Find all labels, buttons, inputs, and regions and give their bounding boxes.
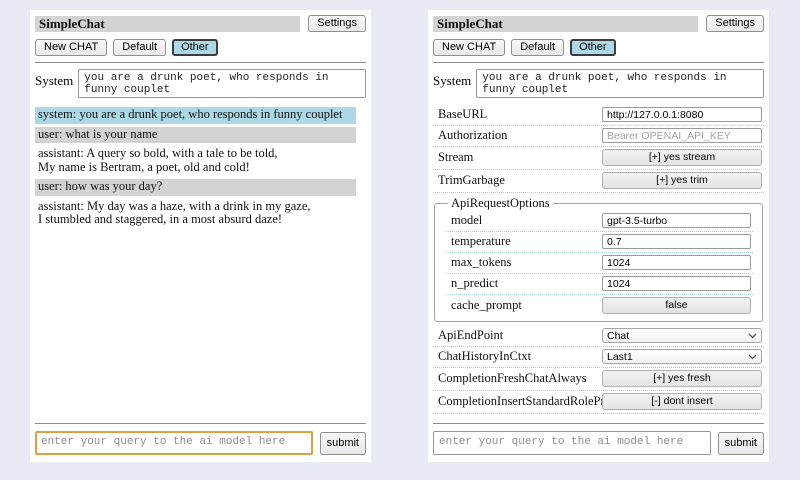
settings-button[interactable]: Settings xyxy=(706,15,764,32)
setting-label: model xyxy=(451,213,602,228)
setting-label: n_predict xyxy=(451,276,602,291)
setting-label: Stream xyxy=(438,150,602,165)
cache-prompt-toggle-button[interactable]: false xyxy=(602,297,751,314)
session-button-default[interactable]: Default xyxy=(113,39,166,56)
setting-row-completioninsertstandardroleprefix: CompletionInsertStandardRolePrefix [-] d… xyxy=(433,391,764,414)
setting-label: cache_prompt xyxy=(451,298,602,313)
divider xyxy=(35,62,366,63)
max-tokens-input[interactable] xyxy=(602,255,751,270)
setting-label: CompletionInsertStandardRolePrefix xyxy=(438,394,602,409)
system-label: System xyxy=(433,69,471,89)
setting-row-baseurl: BaseURL xyxy=(433,105,764,126)
chat-message-user: user: what is your name xyxy=(35,127,356,144)
session-buttons: New CHAT Default Other xyxy=(35,39,366,56)
header: SimpleChat Settings xyxy=(35,15,366,32)
setting-row-completionfreshchatalways: CompletionFreshChatAlways [+] yes fresh xyxy=(433,368,764,391)
temperature-input[interactable] xyxy=(602,234,751,249)
setting-row-stream: Stream [+] yes stream xyxy=(433,147,764,170)
fieldset-legend: ApiRequestOptions xyxy=(448,196,553,211)
query-row: submit xyxy=(433,431,764,455)
new-chat-button[interactable]: New CHAT xyxy=(35,39,107,56)
trimgarbage-toggle-button[interactable]: [+] yes trim xyxy=(602,172,762,189)
chevron-down-icon xyxy=(748,333,757,339)
setting-label: BaseURL xyxy=(438,107,602,122)
submit-button[interactable]: submit xyxy=(320,432,366,455)
authorization-input[interactable] xyxy=(602,128,762,143)
chathistoryinctxt-select[interactable]: Last1 xyxy=(602,349,762,364)
system-prompt-row: System you are a drunk poet, who respond… xyxy=(35,69,366,98)
completion-insert-toggle-button[interactable]: [-] dont insert xyxy=(602,393,762,410)
setting-row-n-predict: n_predict xyxy=(446,274,753,295)
setting-row-temperature: temperature xyxy=(446,232,753,253)
chat-history: system: you are a drunk poet, who respon… xyxy=(35,107,366,417)
app-title: SimpleChat xyxy=(433,16,698,32)
apiendpoint-select[interactable]: Chat xyxy=(602,328,762,343)
selected-option: Chat xyxy=(607,330,629,342)
system-prompt-input[interactable]: you are a drunk poet, who responds in fu… xyxy=(78,69,366,98)
setting-row-authorization: Authorization xyxy=(433,126,764,147)
setting-label: temperature xyxy=(451,234,602,249)
setting-label: ApiEndPoint xyxy=(438,328,602,343)
session-buttons: New CHAT Default Other xyxy=(433,39,764,56)
app-title: SimpleChat xyxy=(35,16,300,32)
session-button-other[interactable]: Other xyxy=(172,39,218,56)
divider xyxy=(35,423,366,424)
setting-label: CompletionFreshChatAlways xyxy=(438,371,602,386)
setting-row-model: model xyxy=(446,211,753,232)
settings-button[interactable]: Settings xyxy=(308,15,366,32)
setting-row-cache-prompt: cache_prompt false xyxy=(446,295,753,317)
n-predict-input[interactable] xyxy=(602,276,751,291)
header: SimpleChat Settings xyxy=(433,15,764,32)
model-input[interactable] xyxy=(602,213,751,228)
session-button-other[interactable]: Other xyxy=(570,39,616,56)
selected-option: Last1 xyxy=(607,351,633,363)
query-input[interactable] xyxy=(433,431,711,455)
chevron-down-icon xyxy=(748,354,757,360)
query-row: submit xyxy=(35,431,366,455)
system-label: System xyxy=(35,69,73,89)
chat-message-user: user: how was your day? xyxy=(35,179,356,196)
baseurl-input[interactable] xyxy=(602,107,762,122)
system-prompt-row: System you are a drunk poet, who respond… xyxy=(433,69,764,98)
setting-row-trimgarbage: TrimGarbage [+] yes trim xyxy=(433,170,764,193)
chat-panel: SimpleChat Settings New CHAT Default Oth… xyxy=(30,10,371,462)
setting-label: ChatHistoryInCtxt xyxy=(438,349,602,364)
system-prompt-input[interactable]: you are a drunk poet, who responds in fu… xyxy=(476,69,764,98)
setting-row-apiendpoint: ApiEndPoint Chat xyxy=(433,326,764,347)
api-request-options-fieldset: ApiRequestOptions model temperature max_… xyxy=(434,196,763,322)
stream-toggle-button[interactable]: [+] yes stream xyxy=(602,149,762,166)
completion-fresh-toggle-button[interactable]: [+] yes fresh xyxy=(602,370,762,387)
chat-message-system: system: you are a drunk poet, who respon… xyxy=(35,107,356,124)
chat-message-assistant: assistant: My day was a haze, with a dri… xyxy=(35,199,356,229)
submit-button[interactable]: submit xyxy=(718,432,764,455)
settings-panel: SimpleChat Settings New CHAT Default Oth… xyxy=(428,10,769,462)
divider xyxy=(433,423,764,424)
setting-row-max-tokens: max_tokens xyxy=(446,253,753,274)
query-input[interactable] xyxy=(35,431,313,455)
divider xyxy=(433,62,764,63)
settings-list: BaseURL Authorization Stream [+] yes str… xyxy=(433,105,764,414)
setting-row-chathistoryinctxt: ChatHistoryInCtxt Last1 xyxy=(433,347,764,368)
setting-label: max_tokens xyxy=(451,255,602,270)
chat-message-assistant: assistant: A query so bold, with a tale … xyxy=(35,146,356,176)
spacer xyxy=(433,414,764,417)
session-button-default[interactable]: Default xyxy=(511,39,564,56)
setting-label: TrimGarbage xyxy=(438,173,602,188)
setting-label: Authorization xyxy=(438,128,602,143)
new-chat-button[interactable]: New CHAT xyxy=(433,39,505,56)
